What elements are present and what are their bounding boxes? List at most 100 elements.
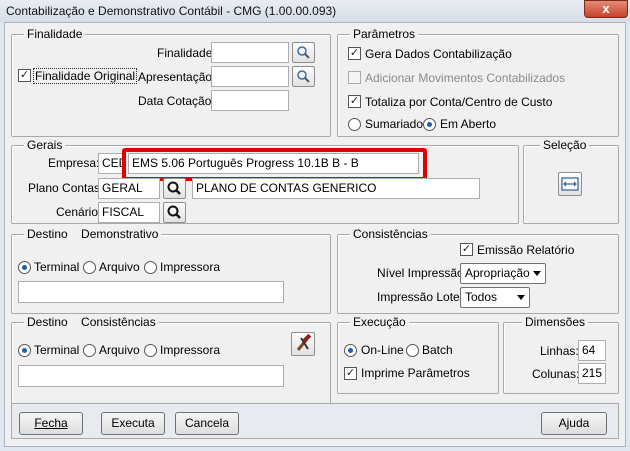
dialog-window: Contabilização e Demonstrativo Contábil …	[0, 0, 630, 451]
demo-impressora-label: Impressora	[160, 260, 221, 274]
emissao-relatorio-checkbox[interactable]: ✓	[460, 243, 473, 256]
demo-path-input[interactable]	[18, 281, 284, 303]
apresentacao-search-button[interactable]	[292, 66, 315, 87]
cons-arquivo-radio[interactable]	[83, 344, 96, 357]
apresentacao-label: Apresentação	[138, 70, 213, 84]
nivel-impressao-label: Nível Impressão:	[377, 266, 468, 280]
cons-arquivo-label: Arquivo	[99, 343, 140, 357]
emissao-relatorio-label: Emissão Relatório	[477, 243, 575, 257]
plano-contas-search-button[interactable]	[163, 178, 186, 199]
ajuda-button-label: Ajuda	[558, 416, 590, 430]
cons-terminal-label: Terminal	[34, 343, 80, 357]
destino-demonstrativo-group: Destino Demonstrativo Terminal Arquivo I…	[11, 227, 331, 314]
gera-dados-label: Gera Dados Contabilização	[365, 47, 512, 61]
imprime-parametros-checkbox[interactable]: ✓	[344, 367, 357, 380]
cenario-code-input[interactable]: FISCAL	[98, 202, 160, 223]
colunas-input[interactable]: 215	[578, 363, 606, 384]
gerais-legend: Gerais	[24, 138, 66, 152]
chevron-down-icon	[533, 271, 541, 276]
close-button[interactable]: x	[584, 0, 628, 18]
tools-icon	[296, 333, 312, 351]
consistencias-group: Consistências ✓ Emissão Relatório Nível …	[337, 227, 619, 314]
fecha-button-label: Fecha	[34, 416, 68, 430]
finalidade-input[interactable]	[211, 42, 289, 63]
execucao-legend: Execução	[350, 315, 409, 329]
impressao-lotes-select[interactable]: Todos	[460, 287, 530, 308]
demo-impressora-radio[interactable]	[144, 261, 157, 274]
impressao-lotes-label: Impressão Lotes:	[377, 290, 470, 304]
window-title: Contabilização e Demonstrativo Contábil …	[6, 4, 337, 18]
colunas-label: Colunas:	[532, 367, 580, 381]
magnifier-icon	[167, 205, 181, 219]
finalidade-label: Finalidade	[157, 46, 213, 60]
adicionar-movimentos-checkbox[interactable]	[348, 71, 361, 84]
finalidade-legend: Finalidade	[24, 27, 86, 41]
magnifier-icon	[167, 181, 181, 195]
search-icon	[297, 46, 310, 59]
gerais-group: Gerais Empresa: CED EMS 5.06 Português P…	[11, 138, 519, 224]
cons-impressora-radio[interactable]	[144, 344, 157, 357]
online-radio[interactable]	[344, 344, 357, 357]
selecao-button[interactable]	[558, 172, 582, 196]
cons-path-input[interactable]	[18, 365, 284, 387]
ajuda-button[interactable]: Ajuda	[541, 412, 607, 435]
execucao-group: Execução On-Line Batch ✓ Imprime Parâmet…	[337, 315, 499, 394]
dimensoes-legend: Dimensões	[522, 315, 589, 329]
parametros-group: Parâmetros ✓ Gera Dados Contabilização A…	[337, 27, 619, 137]
finalidade-original-label: Finalidade Original	[33, 68, 138, 84]
demo-terminal-radio[interactable]	[18, 261, 31, 274]
nivel-impressao-value: Apropriação	[465, 266, 530, 280]
cancela-button[interactable]: Cancela	[175, 412, 239, 435]
finalidade-group: Finalidade Finalidade Apresentação Data …	[11, 27, 331, 137]
plano-contas-description: PLANO DE CONTAS GENERICO	[192, 178, 480, 199]
empresa-code-input[interactable]: CED	[98, 153, 125, 174]
linhas-label: Linhas:	[540, 344, 579, 358]
range-selection-icon	[561, 177, 579, 191]
chevron-down-icon	[517, 295, 525, 300]
totaliza-label: Totaliza por Conta/Centro de Custo	[365, 95, 553, 109]
em-aberto-radio[interactable]	[423, 118, 436, 131]
parametros-legend: Parâmetros	[350, 27, 419, 41]
parameters-tool-button[interactable]	[291, 332, 315, 356]
search-icon	[297, 70, 310, 83]
data-cotacao-input[interactable]	[211, 90, 289, 111]
batch-radio[interactable]	[406, 344, 419, 357]
gera-dados-checkbox[interactable]: ✓	[348, 47, 361, 60]
demo-arquivo-label: Arquivo	[99, 260, 140, 274]
plano-contas-code-input[interactable]: GERAL	[98, 178, 160, 199]
impressao-lotes-value: Todos	[465, 290, 498, 304]
empresa-label: Empresa:	[48, 156, 100, 170]
empresa-highlight	[122, 148, 427, 181]
apresentacao-input[interactable]	[211, 66, 289, 87]
cenario-label: Cenário:	[56, 205, 102, 219]
cenario-search-button[interactable]	[163, 202, 186, 223]
nivel-impressao-select[interactable]: Apropriação	[460, 263, 546, 284]
data-cotacao-label: Data Cotação	[138, 94, 212, 108]
cancela-button-label: Cancela	[184, 416, 230, 430]
finalidade-original-checkbox[interactable]: ✓	[18, 69, 31, 82]
sumariado-radio[interactable]	[348, 118, 361, 131]
executa-button[interactable]: Executa	[101, 412, 165, 435]
destino-consistencias-legend: Destino Consistências	[24, 315, 159, 329]
plano-contas-label: Plano Contas:	[28, 181, 104, 195]
imprime-parametros-label: Imprime Parâmetros	[361, 366, 470, 380]
consistencias-legend: Consistências	[350, 227, 431, 241]
cons-terminal-radio[interactable]	[18, 344, 31, 357]
sumariado-label: Sumariado	[365, 117, 424, 131]
online-label: On-Line	[361, 343, 404, 357]
selecao-legend: Seleção	[540, 138, 590, 152]
demo-arquivo-radio[interactable]	[83, 261, 96, 274]
em-aberto-label: Em Aberto	[440, 117, 497, 131]
finalidade-search-button[interactable]	[292, 42, 315, 63]
dimensoes-group: Dimensões Linhas: 64 Colunas: 215	[503, 315, 619, 394]
selecao-group: Seleção	[523, 138, 619, 224]
dialog-body: Finalidade Finalidade Apresentação Data …	[4, 22, 626, 447]
demo-terminal-label: Terminal	[34, 260, 80, 274]
fecha-button[interactable]: Fecha	[19, 412, 83, 435]
linhas-input[interactable]: 64	[578, 340, 606, 361]
destino-demonstrativo-legend: Destino Demonstrativo	[24, 227, 162, 241]
totaliza-checkbox[interactable]: ✓	[348, 95, 361, 108]
executa-button-label: Executa	[111, 416, 155, 430]
cons-impressora-label: Impressora	[160, 343, 221, 357]
adicionar-movimentos-label: Adicionar Movimentos Contabilizados	[365, 71, 566, 85]
